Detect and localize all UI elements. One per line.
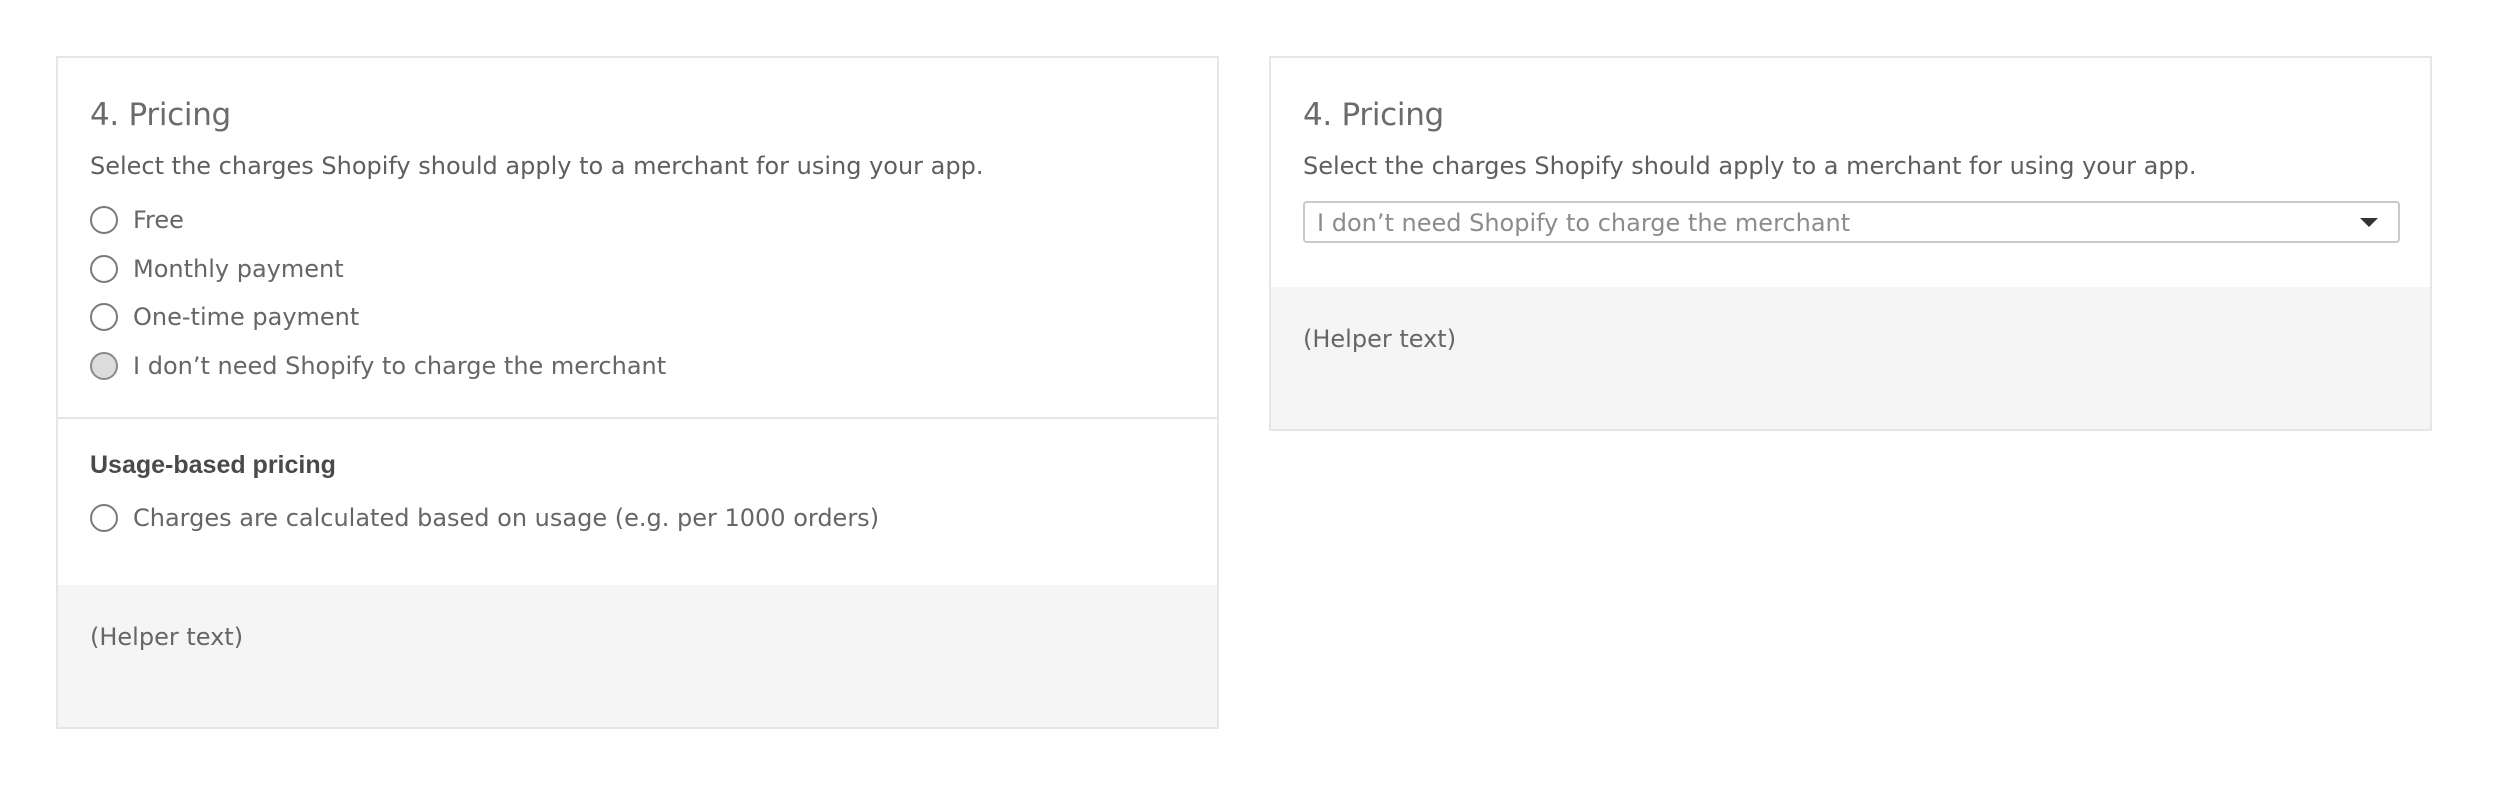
card-description: Select the charges Shopify should apply … bbox=[90, 152, 984, 180]
helper-text: (Helper text) bbox=[90, 623, 244, 651]
radio-option-one-time[interactable]: One-time payment bbox=[90, 301, 359, 333]
radio-option-no-charge[interactable]: I don’t need Shopify to charge the merch… bbox=[90, 350, 666, 382]
helper-text: (Helper text) bbox=[1303, 325, 1457, 353]
card-title: 4. Pricing bbox=[1303, 97, 1444, 133]
radio-label: Charges are calculated based on usage (e… bbox=[133, 504, 880, 532]
helper-section: (Helper text) bbox=[1271, 287, 2430, 429]
radio-option-usage-based[interactable]: Charges are calculated based on usage (e… bbox=[90, 502, 879, 534]
card-description: Select the charges Shopify should apply … bbox=[1303, 152, 2197, 180]
radio-circle-icon[interactable] bbox=[90, 303, 118, 331]
radio-circle-icon[interactable] bbox=[90, 255, 118, 283]
pricing-select[interactable]: I don’t need Shopify to charge the merch… bbox=[1303, 201, 2400, 243]
helper-section: (Helper text) bbox=[58, 585, 1217, 727]
radio-label: Free bbox=[133, 206, 184, 234]
select-value: I don’t need Shopify to charge the merch… bbox=[1317, 209, 1851, 237]
radio-circle-icon[interactable] bbox=[90, 206, 118, 234]
radio-option-free[interactable]: Free bbox=[90, 204, 184, 236]
pricing-card-radio: 4. Pricing Select the charges Shopify sh… bbox=[56, 56, 1219, 729]
pricing-card-select: 4. Pricing Select the charges Shopify sh… bbox=[1269, 56, 2432, 431]
chevron-down-icon[interactable] bbox=[2360, 218, 2378, 227]
radio-circle-icon[interactable] bbox=[90, 352, 118, 380]
radio-circle-icon[interactable] bbox=[90, 504, 118, 532]
radio-label: I don’t need Shopify to charge the merch… bbox=[133, 352, 667, 380]
usage-pricing-heading: Usage-based pricing bbox=[90, 451, 336, 479]
section-divider bbox=[58, 417, 1217, 419]
radio-label: One-time payment bbox=[133, 303, 360, 331]
radio-option-monthly[interactable]: Monthly payment bbox=[90, 253, 344, 285]
radio-label: Monthly payment bbox=[133, 255, 344, 283]
card-title: 4. Pricing bbox=[90, 97, 231, 133]
